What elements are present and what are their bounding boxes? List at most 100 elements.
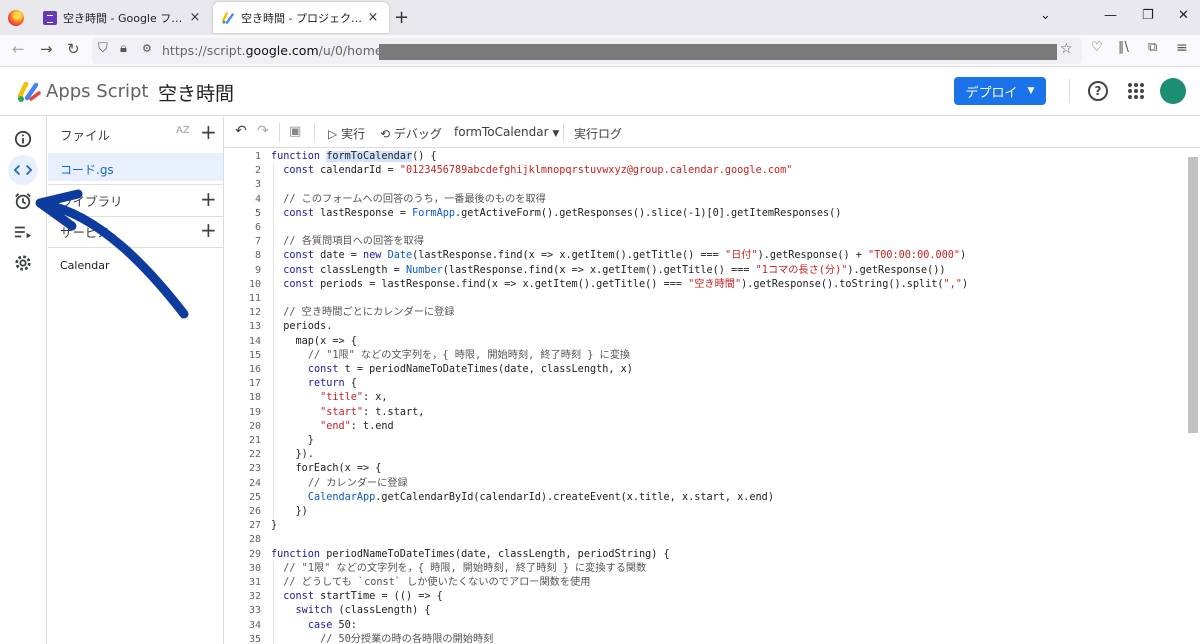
line-number: 33	[248, 605, 261, 617]
restore-icon[interactable]: ❐	[1142, 8, 1154, 23]
function-select[interactable]: formToCalendar ▼	[454, 125, 559, 139]
project-title[interactable]: 空き時間	[158, 79, 234, 106]
line-number: 17	[248, 378, 261, 390]
code-line: }	[271, 435, 314, 446]
libraries-header: ライブラリ	[60, 194, 123, 209]
line-number: 6	[254, 222, 261, 233]
debug-button[interactable]: ⟲ デバッグ	[380, 125, 442, 142]
execution-log-button[interactable]: 実行ログ	[574, 125, 622, 142]
redo-icon[interactable]: ↷	[257, 123, 269, 139]
pocket-icon[interactable]: ♡	[1091, 40, 1103, 55]
line-number: 14	[248, 335, 261, 347]
code-line: const calendarId = "0123456789abcdefghij…	[283, 165, 793, 177]
service-item-calendar[interactable]: Calendar	[60, 259, 109, 272]
code-line: // "1限" などの文字列を，{ 時限, 開始時刻, 終了時刻 } に変換する…	[283, 562, 647, 574]
left-nav-rail	[0, 117, 47, 644]
close-tab-icon[interactable]: ×	[187, 10, 203, 25]
debug-icon: ⟲	[380, 127, 391, 141]
code-line: const date = new Date(lastResponse.find(…	[283, 250, 967, 262]
line-number: 8	[254, 250, 261, 262]
triggers-alarm-icon[interactable]	[8, 186, 38, 216]
minimize-icon[interactable]: —	[1104, 8, 1117, 23]
code-line: forEach(x => {	[271, 463, 382, 475]
tab-list-chevron-icon[interactable]: ⌄	[1040, 8, 1051, 23]
files-header: ファイル	[60, 128, 111, 143]
overview-info-icon[interactable]	[8, 124, 38, 154]
browser-tab-apps-script[interactable]: 空き時間 - プロジェクト編集者 - Apps Script ×	[213, 2, 389, 33]
extensions-icon[interactable]: ⧉	[1148, 40, 1157, 55]
close-tab-icon[interactable]: ×	[365, 10, 381, 25]
new-tab-button[interactable]: +	[394, 7, 409, 28]
google-apps-icon[interactable]	[1128, 83, 1144, 99]
shield-icon[interactable]: ⛉	[98, 41, 108, 56]
code-line: switch (classLength) {	[295, 605, 431, 617]
settings-gear-icon[interactable]	[8, 248, 38, 278]
code-line: function periodNameToDateTimes(date, cla…	[271, 548, 670, 560]
avatar[interactable]	[1160, 78, 1186, 104]
line-number-gutter: 1 2 3 4 5 6 7 8 9 10 11 12 13 14 15 16 17 18 19 20 21 22 23 24 2…	[225, 149, 261, 644]
library-icon[interactable]: ∥\	[1118, 40, 1129, 55]
debug-label: デバッグ	[393, 127, 442, 141]
help-icon[interactable]: ?	[1088, 81, 1108, 101]
line-number: 16	[248, 364, 261, 375]
divider	[48, 247, 223, 248]
code-line: }	[271, 520, 278, 532]
line-number: 20	[248, 420, 261, 432]
toolbar-divider	[314, 123, 315, 142]
line-number: 28	[248, 534, 261, 546]
app-header: Apps Script 空き時間 デプロイ ▼ ?	[0, 67, 1200, 116]
line-number: 2	[254, 165, 261, 177]
apps-script-logo-icon[interactable]	[17, 79, 41, 103]
line-number: 21	[248, 435, 261, 446]
apps-script-icon	[221, 11, 235, 25]
run-button[interactable]: ▷ 実行	[328, 125, 365, 142]
app-name: Apps Script	[46, 81, 149, 102]
line-number: 29	[248, 548, 261, 560]
code-area[interactable]: function formToCalendar() { const calend…	[271, 149, 1181, 644]
browser-tab-forms[interactable]: 空き時間 - Google フォーム ×	[35, 2, 211, 33]
back-icon[interactable]: ←	[12, 40, 25, 58]
add-file-button[interactable]: +	[200, 122, 217, 142]
reload-icon[interactable]: ↻	[67, 40, 80, 58]
code-line: function formToCalendar() {	[271, 151, 437, 162]
editor-code-icon[interactable]	[8, 155, 38, 185]
url-bar[interactable]: ⛉ 🔒︎ ⚙ https://script.google.com/u/0/hom…	[92, 38, 1082, 64]
line-number: 34	[248, 619, 261, 631]
line-number: 12	[248, 307, 261, 319]
tab-title: 空き時間 - プロジェクト編集者 - Apps Script	[241, 11, 365, 25]
close-window-icon[interactable]: ✕	[1178, 8, 1189, 23]
lock-icon[interactable]: 🔒︎	[120, 41, 127, 56]
code-line: const classLength = Number(lastResponse.…	[283, 264, 946, 276]
line-number: 35	[248, 633, 261, 644]
code-line: map(x => {	[271, 335, 357, 347]
code-line: "start": t.start,	[320, 406, 425, 418]
line-number: 5	[254, 207, 261, 219]
save-icon[interactable]: ▣	[289, 124, 301, 139]
line-number: 27	[248, 520, 261, 532]
code-line: // このフォームへの回答のうち，一番最後のものを取得	[283, 193, 546, 205]
code-line: // どうしても `const` しか使いたくないのでアロー関数を使用	[283, 577, 591, 588]
toolbar-divider	[279, 123, 280, 142]
add-library-button[interactable]: +	[200, 189, 217, 209]
undo-icon[interactable]: ↶	[235, 123, 247, 139]
line-number: 18	[248, 392, 261, 404]
sort-az-icon[interactable]: AZ	[176, 125, 190, 136]
bookmark-star-icon[interactable]: ☆	[1060, 41, 1073, 57]
deploy-button[interactable]: デプロイ ▼	[954, 77, 1046, 105]
line-number: 11	[248, 293, 261, 304]
permissions-icon[interactable]: ⚙	[142, 42, 152, 55]
forward-icon[interactable]: →	[40, 40, 53, 58]
code-editor[interactable]: 1 2 3 4 5 6 7 8 9 10 11 12 13 14 15 16 17 18 19 20 21 22 23 24 2…	[225, 149, 1200, 644]
executions-list-icon[interactable]	[8, 217, 38, 247]
firefox-logo-icon[interactable]	[8, 10, 24, 26]
file-item-code-gs[interactable]: コード.gs	[48, 153, 223, 181]
line-number: 15	[248, 349, 261, 361]
toolbar-divider	[563, 123, 564, 142]
editor-scrollbar[interactable]	[1188, 157, 1198, 433]
add-service-button[interactable]: +	[200, 220, 217, 240]
line-number: 24	[248, 477, 261, 489]
line-number: 3	[254, 179, 261, 191]
redacted-url-block	[379, 44, 1057, 60]
menu-icon[interactable]: ≡	[1176, 40, 1188, 56]
line-number: 10	[248, 278, 261, 290]
